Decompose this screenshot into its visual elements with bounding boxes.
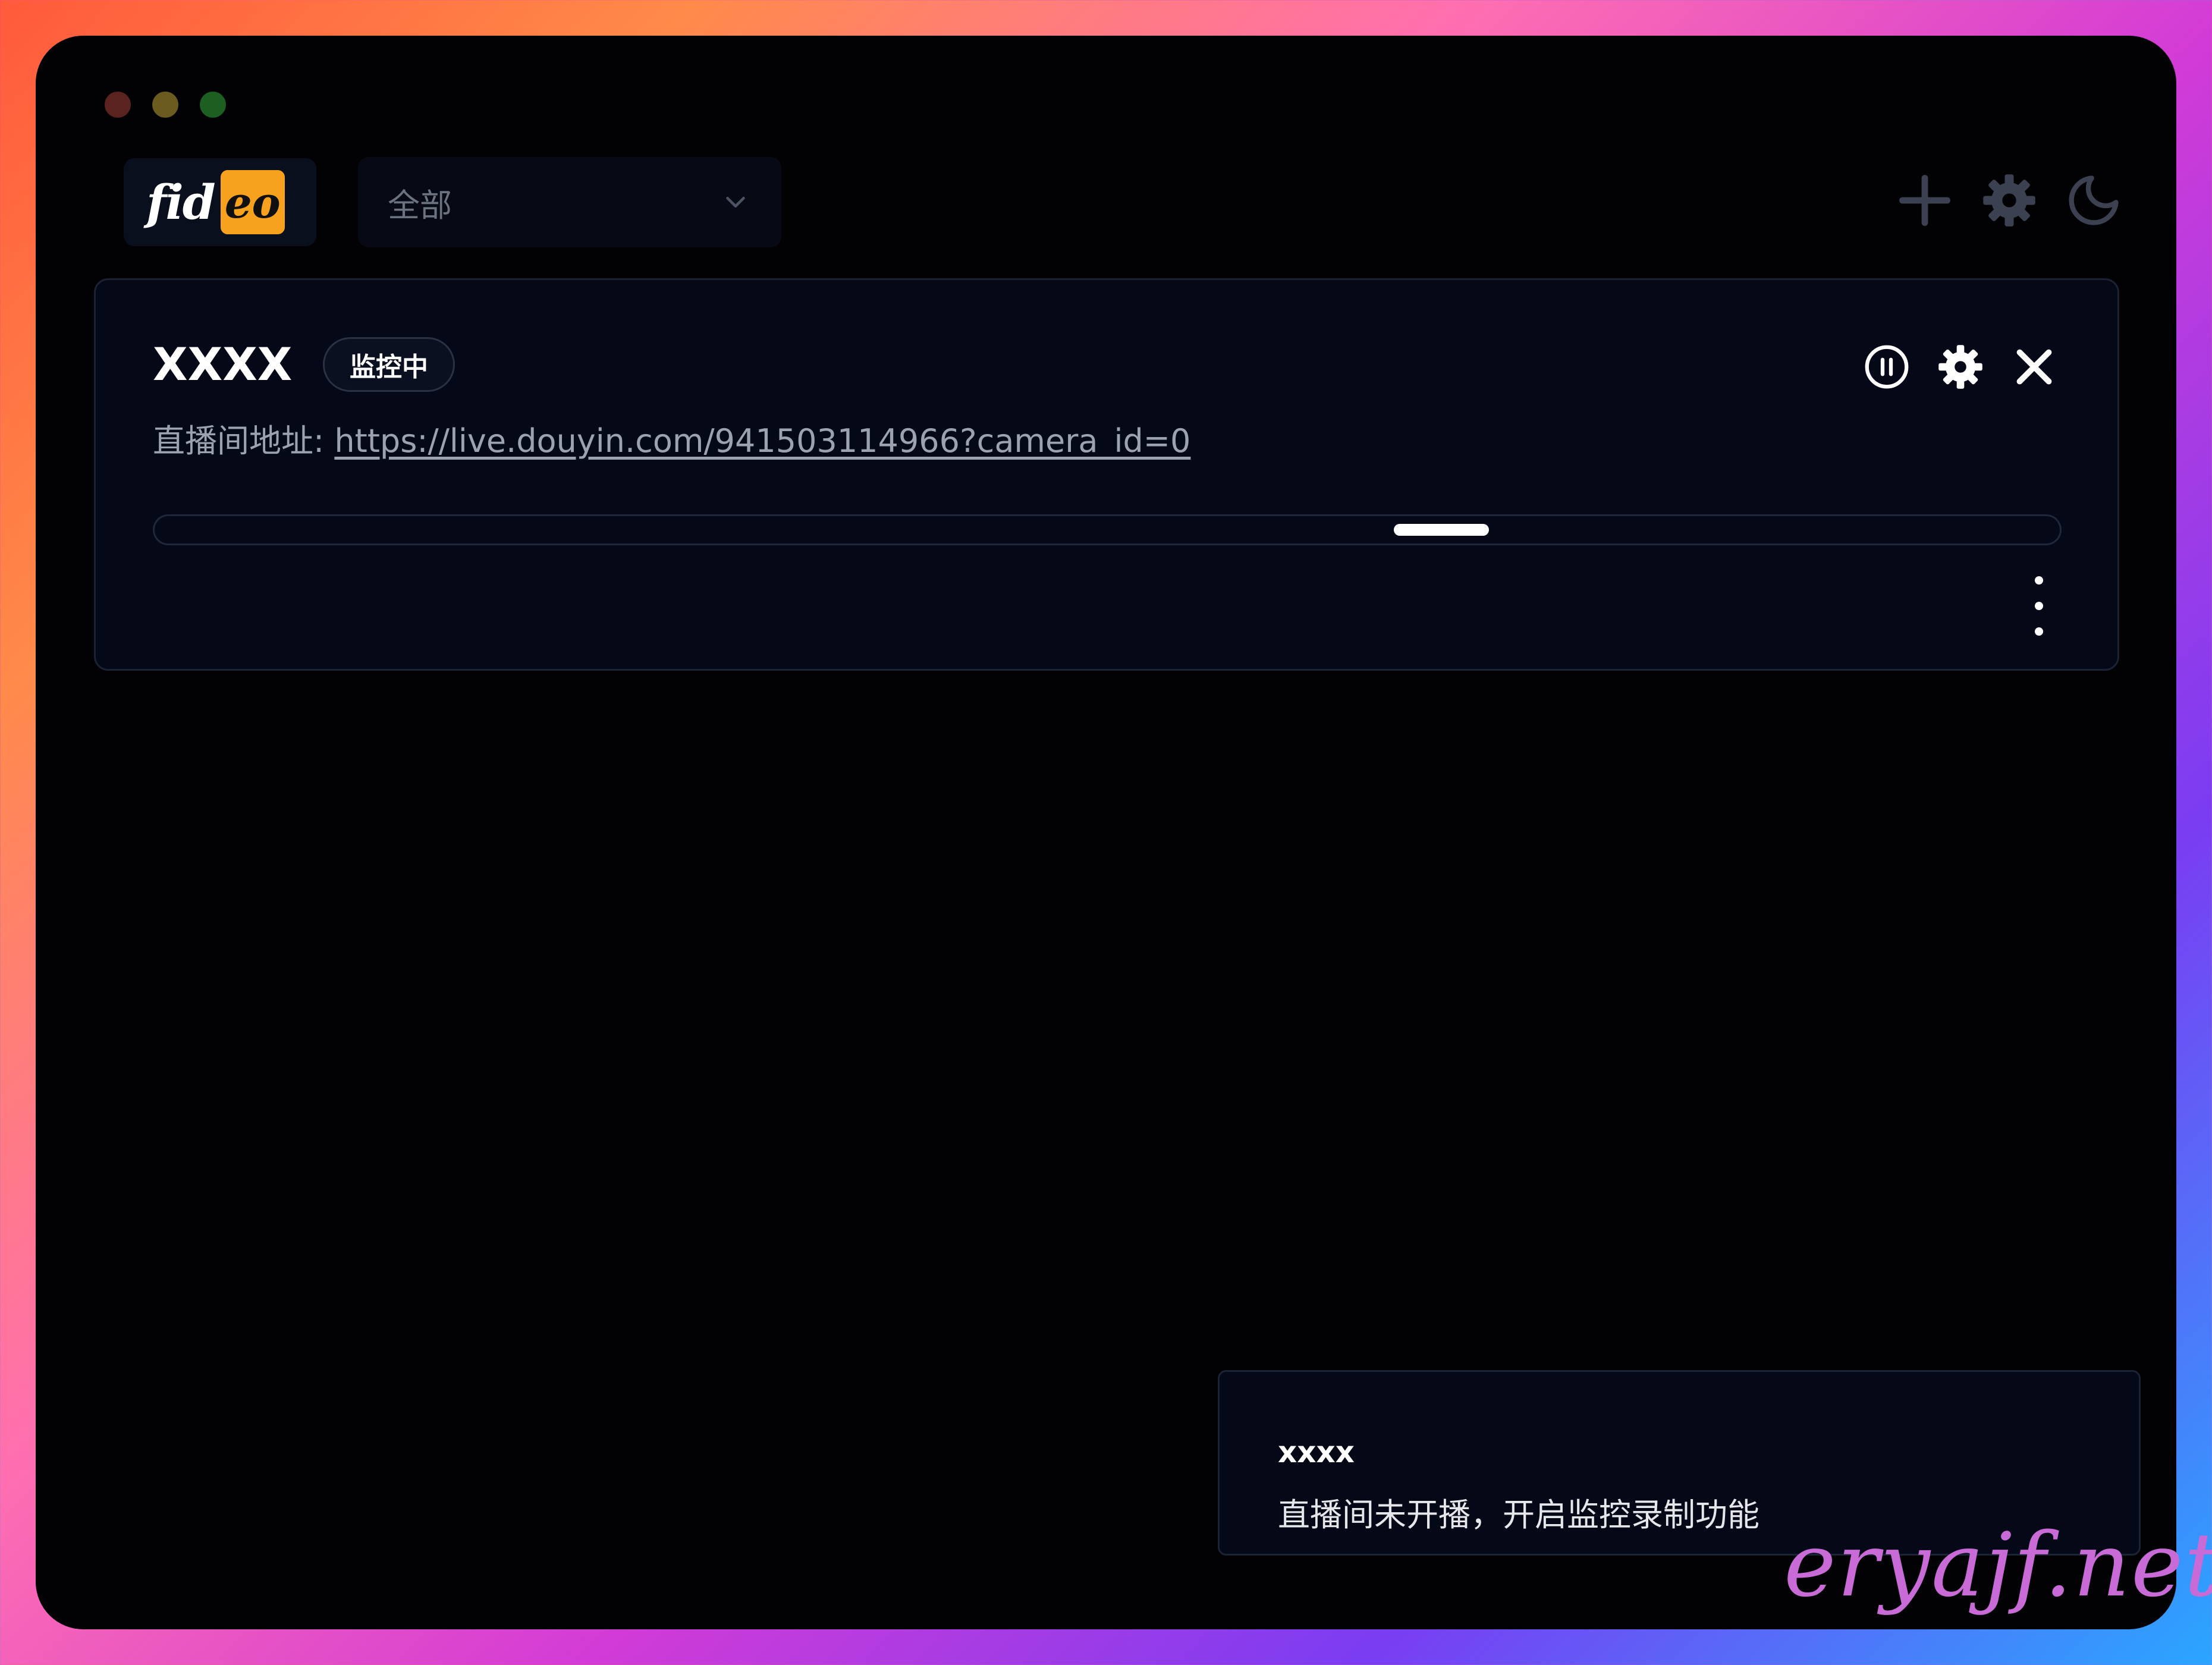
room-url-row: 直播间地址: https://live.douyin.com/941503114… <box>153 414 1190 461</box>
watermark: eryajf.net <box>1784 1514 2212 1616</box>
plus-icon <box>1899 175 1950 226</box>
add-room-button[interactable] <box>1893 169 1956 232</box>
loading-progress-track <box>153 514 2062 545</box>
more-options-button[interactable] <box>2021 576 2057 636</box>
filter-select[interactable]: 全部 <box>358 157 781 247</box>
chevron-down-icon <box>726 197 745 208</box>
gear-icon <box>1983 174 2035 227</box>
global-settings-button[interactable] <box>1978 169 2041 232</box>
toast-message: 直播间未开播，开启监控录制功能 <box>1278 1496 1759 1534</box>
kebab-dot <box>2035 627 2043 636</box>
remove-room-button[interactable] <box>2008 341 2060 393</box>
window-zoom-button[interactable] <box>200 92 226 118</box>
app-window: fid eo 全部 XXXX 监控中 直播间地址: https://live.d… <box>36 36 2176 1629</box>
room-url-label: 直播间地址: <box>153 422 335 460</box>
moon-icon <box>2069 175 2119 225</box>
app-logo: fid eo <box>124 158 316 246</box>
theme-toggle-button[interactable] <box>2062 169 2125 232</box>
window-close-button[interactable] <box>105 92 131 118</box>
logo-text-eo: eo <box>220 170 285 234</box>
room-title: XXXX <box>153 338 293 391</box>
filter-select-value: 全部 <box>388 186 452 224</box>
close-icon <box>2016 349 2052 385</box>
room-settings-button[interactable] <box>1934 341 1987 393</box>
kebab-menu-icon <box>2035 576 2043 585</box>
room-actions <box>1861 341 2060 393</box>
pause-monitor-button[interactable] <box>1861 341 1913 393</box>
pause-circle-icon <box>1865 345 1909 389</box>
window-minimize-button[interactable] <box>152 92 178 118</box>
loading-progress-indicator <box>1394 524 1489 536</box>
status-badge: 监控中 <box>323 337 455 392</box>
gear-icon <box>1938 345 1982 389</box>
logo-text-fid: fid <box>146 174 216 230</box>
toast-title: xxxx <box>1278 1435 1355 1469</box>
kebab-dot <box>2035 602 2043 610</box>
room-url-link[interactable]: https://live.douyin.com/941503114966?cam… <box>334 422 1190 460</box>
room-card: XXXX 监控中 直播间地址: https://live.douyin.com/… <box>94 278 2119 671</box>
